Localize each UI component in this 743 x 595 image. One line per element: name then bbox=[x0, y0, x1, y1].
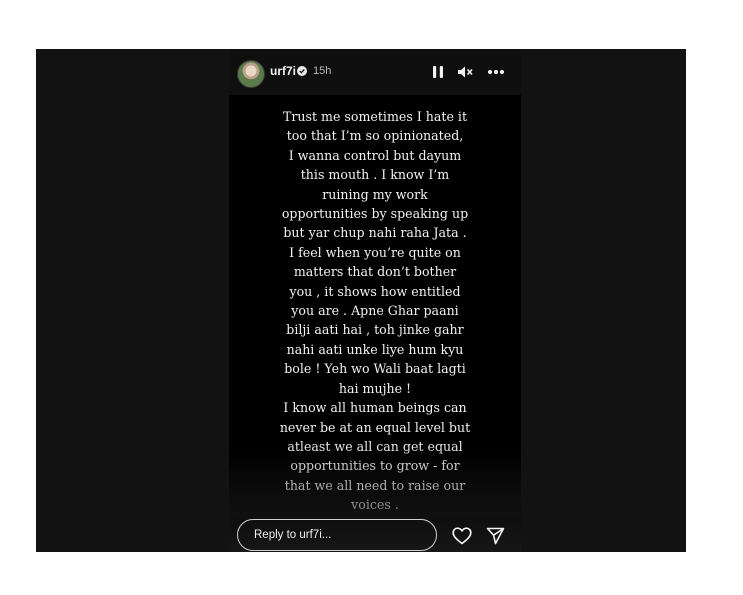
avatar[interactable] bbox=[237, 60, 265, 88]
mute-icon bbox=[458, 66, 473, 78]
pause-icon bbox=[433, 66, 443, 78]
mute-button[interactable] bbox=[457, 64, 473, 80]
more-options-button[interactable] bbox=[486, 64, 506, 80]
story-text: Trust me sometimes I hate it too that I’… bbox=[279, 109, 471, 513]
reply-input[interactable] bbox=[237, 519, 437, 551]
share-button[interactable] bbox=[485, 526, 505, 546]
pause-button[interactable] bbox=[430, 64, 446, 80]
verified-badge-icon bbox=[297, 66, 307, 76]
story-header: urf7i 15h bbox=[229, 49, 521, 95]
heart-icon bbox=[452, 527, 472, 545]
like-button[interactable] bbox=[452, 526, 472, 546]
story-card: urf7i 15h Trust me sometimes I hate it t… bbox=[229, 49, 521, 552]
send-icon bbox=[486, 527, 504, 545]
username[interactable]: urf7i bbox=[270, 64, 296, 78]
more-options-icon bbox=[487, 69, 505, 75]
post-time: 15h bbox=[313, 65, 332, 77]
